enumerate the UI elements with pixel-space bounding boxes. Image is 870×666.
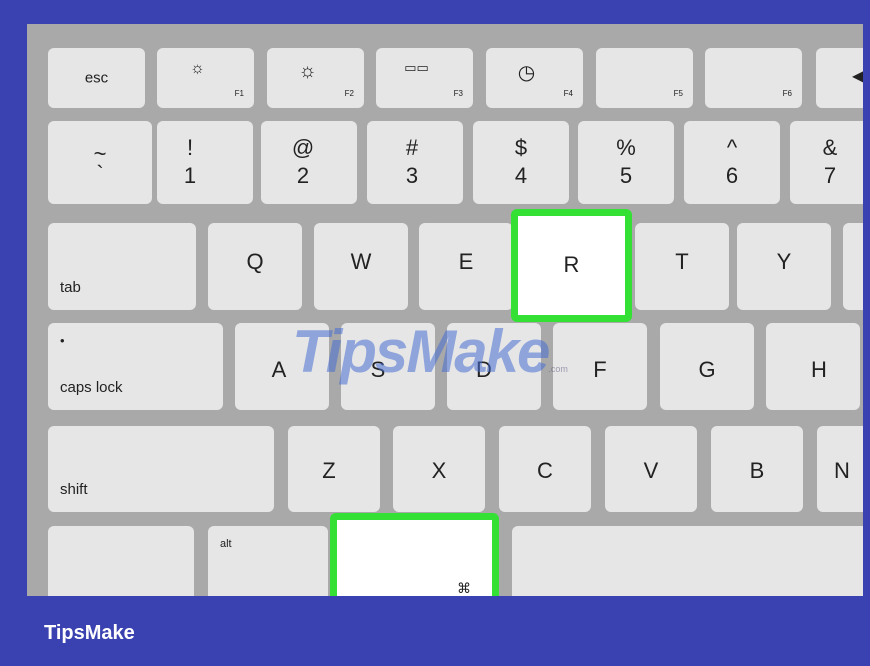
key-label: X (431, 457, 447, 483)
key-label: F2 (344, 89, 354, 98)
image-frame: esc ☼ F1 ☼ F2 ▭▭ F3 ◷ F4 F5 F6 ◀ ~ ` ! 1… (0, 0, 870, 666)
key-e[interactable]: E (419, 223, 513, 310)
key-control[interactable] (48, 526, 194, 596)
key-label: alt (220, 538, 232, 550)
key-f5[interactable]: F5 (596, 48, 693, 108)
key-2[interactable]: @ 2 (261, 121, 357, 204)
key-label: R (563, 251, 580, 277)
key-label: C (537, 457, 553, 483)
key-alt[interactable]: alt (208, 526, 328, 596)
key-x[interactable]: X (393, 426, 485, 512)
key-4[interactable]: $ 4 (473, 121, 569, 204)
key-label-top: % (616, 135, 636, 160)
key-space[interactable] (512, 526, 863, 596)
key-q[interactable]: Q (208, 223, 302, 310)
key-label-bottom: 2 (296, 163, 310, 188)
key-f1[interactable]: ☼ F1 (157, 48, 254, 108)
key-label: tab (60, 279, 81, 296)
key-label-bottom: 1 (183, 163, 197, 188)
key-label: esc (84, 69, 109, 87)
key-label-bottom: 4 (514, 163, 528, 188)
key-v[interactable]: V (605, 426, 697, 512)
key-label: W (350, 249, 372, 275)
key-label-top: @ (291, 135, 315, 160)
key-label: Z (322, 457, 336, 483)
watermark: TipsMake.com (292, 317, 568, 386)
key-label: N (834, 457, 850, 483)
key-w[interactable]: W (314, 223, 408, 310)
watermark-suffix: .com (548, 364, 568, 374)
key-label: F5 (673, 89, 683, 98)
key-label: E (458, 249, 474, 275)
key-label-top: # (405, 135, 419, 160)
key-shift[interactable]: shift (48, 426, 274, 512)
keyboard: esc ☼ F1 ☼ F2 ▭▭ F3 ◷ F4 F5 F6 ◀ ~ ` ! 1… (27, 24, 863, 596)
key-3[interactable]: # 3 (367, 121, 463, 204)
key-label: T (675, 249, 689, 275)
key-label: G (698, 356, 716, 382)
key-t[interactable]: T (635, 223, 729, 310)
key-label-bottom: 7 (823, 163, 837, 188)
brand-label: TipsMake (44, 622, 135, 644)
key-u[interactable] (843, 223, 863, 310)
command-icon: ⌘ (457, 580, 471, 596)
dashboard-icon: ◷ (517, 62, 536, 84)
key-label: F4 (563, 89, 573, 98)
caps-lock-indicator-icon: • (60, 333, 65, 348)
key-n[interactable]: N (817, 426, 863, 512)
key-z[interactable]: Z (288, 426, 380, 512)
key-tilde[interactable]: ~ ` (48, 121, 152, 204)
key-f3[interactable]: ▭▭ F3 (376, 48, 473, 108)
brightness-down-icon: ☼ (190, 60, 205, 77)
key-label: shift (60, 481, 88, 498)
key-esc[interactable]: esc (48, 48, 145, 108)
watermark-text: TipsMake (292, 318, 550, 385)
brightness-up-icon: ☼ (298, 60, 317, 82)
key-f6[interactable]: F6 (705, 48, 802, 108)
key-1[interactable]: ! 1 (157, 121, 253, 204)
key-c[interactable]: C (499, 426, 591, 512)
key-r-highlighted[interactable]: R (511, 209, 632, 322)
key-command-highlighted[interactable]: ⌘ (330, 513, 499, 596)
key-label-bottom: 5 (619, 163, 633, 188)
key-5[interactable]: % 5 (578, 121, 674, 204)
key-g[interactable]: G (660, 323, 754, 410)
key-6[interactable]: ^ 6 (684, 121, 780, 204)
key-label: V (643, 457, 659, 483)
key-h[interactable]: H (766, 323, 860, 410)
key-f7[interactable]: ◀ (816, 48, 863, 108)
key-7[interactable]: & 7 (790, 121, 863, 204)
key-label-top: $ (514, 135, 528, 160)
key-label: Y (776, 249, 792, 275)
key-label: F1 (234, 89, 244, 98)
key-label: Q (246, 249, 264, 275)
key-label: F3 (453, 89, 463, 98)
key-tab[interactable]: tab (48, 223, 196, 310)
mission-control-icon: ▭▭ (404, 60, 429, 75)
key-f4[interactable]: ◷ F4 (486, 48, 583, 108)
key-label-top: & (822, 135, 838, 160)
key-label-bottom: 3 (405, 163, 419, 188)
key-y[interactable]: Y (737, 223, 831, 310)
key-label: H (811, 356, 827, 382)
key-label: F6 (782, 89, 792, 98)
rewind-icon: ◀ (852, 68, 863, 85)
key-label-top: ! (186, 135, 194, 160)
key-label: caps lock (60, 379, 123, 396)
key-f2[interactable]: ☼ F2 (267, 48, 364, 108)
key-caps-lock[interactable]: • caps lock (48, 323, 223, 410)
